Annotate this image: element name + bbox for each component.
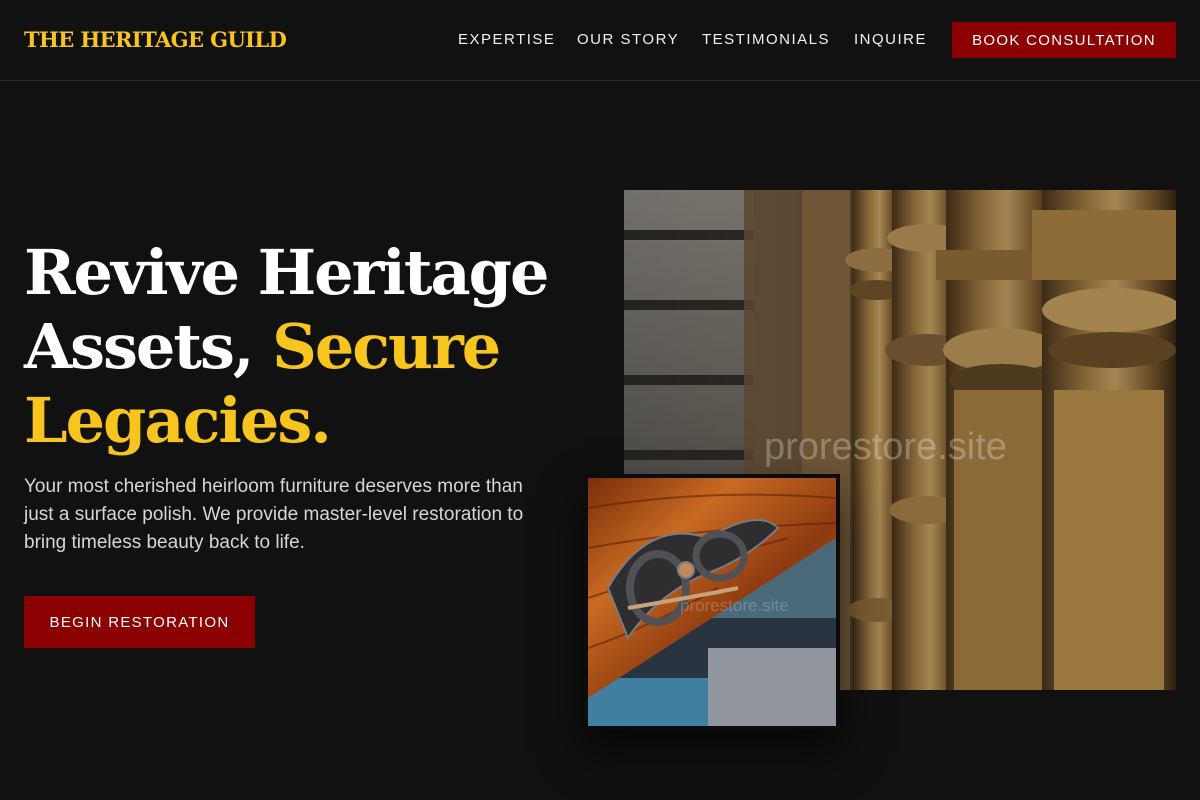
hero-subtext: Your most cherished heirloom furniture d… [24, 476, 524, 553]
nav-link-expertise[interactable]: EXPERTISE [458, 31, 555, 48]
nav-link-our-story[interactable]: OUR STORY [577, 31, 679, 48]
top-navigation: THE HERITAGE GUILD EXPERTISE OUR STORY T… [0, 0, 1200, 81]
headline-line-2-white: Assets, [24, 310, 273, 383]
small-image-watermark: prorestore.site [680, 596, 789, 615]
headline-line-2-gold: Secure [272, 310, 501, 383]
hero-image-inset-frame: prorestore.site [584, 474, 840, 730]
book-consultation-button[interactable]: BOOK CONSULTATION [952, 22, 1176, 58]
main-image-watermark: prorestore.site [764, 426, 1007, 468]
headline-line-3-gold: Legacies. [24, 384, 332, 457]
hero-headline: Revive Heritage Assets, Secure Legacies. [24, 236, 584, 458]
brand-logo[interactable]: THE HERITAGE GUILD [24, 27, 287, 52]
nav-link-testimonials[interactable]: TESTIMONIALS [702, 31, 830, 48]
begin-restoration-button[interactable]: BEGIN RESTORATION [24, 596, 255, 648]
headline-line-1: Revive Heritage [24, 236, 549, 309]
nav-link-inquire[interactable]: INQUIRE [854, 31, 927, 48]
hero-image-drawer-pull: prorestore.site [588, 478, 836, 726]
